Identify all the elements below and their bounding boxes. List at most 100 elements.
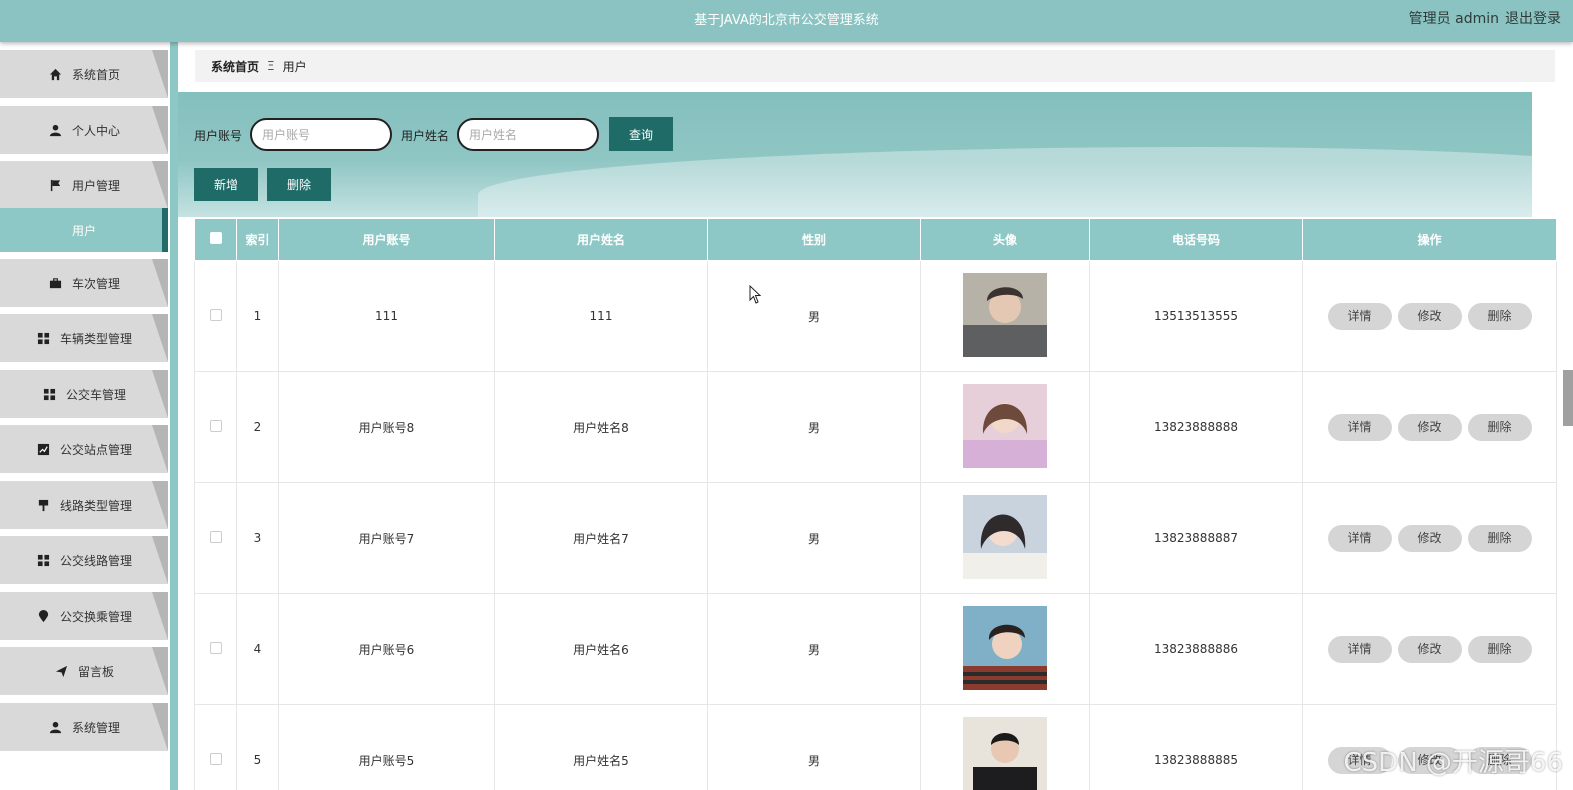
cell-phone: 13823888888 <box>1089 371 1303 483</box>
detail-button[interactable]: 详情 <box>1327 524 1392 552</box>
column-header-gender: 性别 <box>707 218 921 261</box>
sidebar-item-system-management[interactable]: 系统管理 <box>0 703 168 751</box>
grid-icon <box>36 552 52 568</box>
avatar <box>963 716 1047 790</box>
sidebar-item-label: 公交车管理 <box>65 387 126 402</box>
sidebar-item-trip-management[interactable]: 车次管理 <box>0 259 168 307</box>
map-marker-icon <box>36 608 52 624</box>
row-checkbox[interactable] <box>209 308 222 321</box>
cell-actions: 详情 修改 删除 <box>1302 371 1557 483</box>
account-label: 用户账号 <box>194 129 243 143</box>
delete-button[interactable]: 删除 <box>1467 413 1532 441</box>
table-header-row: 索引 用户账号 用户姓名 性别 头像 电话号码 操作 <box>194 218 1557 261</box>
sidebar-item-bus-management[interactable]: 公交车管理 <box>0 370 168 418</box>
top-bar: 基于JAVA的北京市公交管理系统 管理员 admin 退出登录 <box>0 0 1573 42</box>
column-header-actions: 操作 <box>1302 218 1557 261</box>
edit-button[interactable]: 修改 <box>1397 413 1462 441</box>
chart-icon <box>36 441 52 457</box>
sidebar-item-bus-stop-management[interactable]: 公交站点管理 <box>0 425 168 473</box>
cell-account: 用户账号5 <box>278 704 495 790</box>
edit-button[interactable]: 修改 <box>1397 635 1462 663</box>
logout-link[interactable]: 退出登录 <box>1505 8 1561 28</box>
name-search-input[interactable] <box>457 118 599 151</box>
sidebar-item-transfer-management[interactable]: 公交换乘管理 <box>0 592 168 640</box>
pin-icon <box>36 497 52 513</box>
delete-button[interactable]: 删除 <box>1467 635 1532 663</box>
grid-icon <box>36 330 52 346</box>
cell-phone: 13823888885 <box>1089 704 1303 790</box>
table-row: 4 用户账号6 用户姓名6 男 13823888886 详情 修改 删除 <box>194 593 1557 705</box>
cell-actions: 详情 修改 删除 <box>1302 260 1557 372</box>
edit-button[interactable]: 修改 <box>1397 302 1462 330</box>
row-select-cell <box>194 260 237 372</box>
cell-name: 用户姓名7 <box>494 482 708 594</box>
select-all-cell <box>194 218 237 261</box>
sidebar-item-label: 公交线路管理 <box>59 553 132 568</box>
sidebar-item-label: 用户 <box>71 223 96 238</box>
row-select-cell <box>194 371 237 483</box>
row-checkbox[interactable] <box>209 530 222 543</box>
cell-index: 5 <box>236 704 279 790</box>
delete-button[interactable]: 删除 <box>1467 524 1532 552</box>
row-select-cell <box>194 704 237 790</box>
breadcrumb-separator: Ξ <box>267 59 275 73</box>
flag-icon <box>48 177 64 193</box>
cell-avatar <box>920 371 1090 483</box>
sidebar-item-vehicle-type-management[interactable]: 车辆类型管理 <box>0 314 168 362</box>
sidebar-item-user-management[interactable]: 用户管理 <box>0 161 168 209</box>
send-icon <box>54 663 70 679</box>
cell-avatar <box>920 704 1090 790</box>
breadcrumb-home[interactable]: 系统首页 <box>211 58 259 75</box>
current-user: 管理员 admin <box>1408 11 1499 27</box>
sidebar-item-bus-route-management[interactable]: 公交线路管理 <box>0 536 168 584</box>
cell-actions: 详情 修改 删除 <box>1302 593 1557 705</box>
sidebar-item-home[interactable]: 系统首页 <box>0 50 168 98</box>
edit-button[interactable]: 修改 <box>1397 524 1462 552</box>
avatar <box>963 272 1047 357</box>
user-icon <box>48 719 64 735</box>
cell-gender: 男 <box>707 371 921 483</box>
cell-phone: 13823888886 <box>1089 593 1303 705</box>
column-header-account: 用户账号 <box>278 218 495 261</box>
name-label: 用户姓名 <box>401 129 450 143</box>
cell-account: 用户账号7 <box>278 482 495 594</box>
sidebar-item-label: 系统管理 <box>71 720 120 735</box>
row-checkbox[interactable] <box>209 641 222 654</box>
cell-phone: 13823888887 <box>1089 482 1303 594</box>
add-button[interactable]: 新增 <box>194 168 258 201</box>
batch-delete-button[interactable]: 删除 <box>267 168 331 201</box>
account-search-input[interactable] <box>250 118 392 151</box>
cell-name: 111 <box>494 260 708 372</box>
scrollbar-thumb[interactable] <box>1563 370 1573 426</box>
column-header-name: 用户姓名 <box>494 218 708 261</box>
cell-index: 3 <box>236 482 279 594</box>
cell-avatar <box>920 482 1090 594</box>
sidebar-item-profile[interactable]: 个人中心 <box>0 106 168 154</box>
detail-button[interactable]: 详情 <box>1327 635 1392 663</box>
cell-account: 用户账号6 <box>278 593 495 705</box>
cell-gender: 男 <box>707 482 921 594</box>
cell-actions: 详情 修改 删除 <box>1302 482 1557 594</box>
cell-account: 用户账号8 <box>278 371 495 483</box>
select-all-checkbox[interactable] <box>209 232 222 244</box>
column-header-index: 索引 <box>236 218 279 261</box>
sidebar-item-label: 公交换乘管理 <box>59 609 132 624</box>
breadcrumb-current: 用户 <box>282 59 307 74</box>
detail-button[interactable]: 详情 <box>1327 413 1392 441</box>
avatar <box>963 605 1047 690</box>
delete-button[interactable]: 删除 <box>1467 302 1532 330</box>
row-checkbox[interactable] <box>209 752 222 765</box>
sidebar-item-label: 用户管理 <box>71 178 120 193</box>
sidebar-item-route-type-management[interactable]: 线路类型管理 <box>0 481 168 529</box>
sidebar-item-label: 留言板 <box>77 664 114 679</box>
row-checkbox[interactable] <box>209 419 222 432</box>
query-button[interactable]: 查询 <box>609 117 673 151</box>
detail-button[interactable]: 详情 <box>1327 302 1392 330</box>
sidebar-item-label: 线路类型管理 <box>59 498 132 513</box>
sidebar-item-label: 系统首页 <box>71 67 120 82</box>
search-panel <box>178 92 1532 217</box>
cell-name: 用户姓名8 <box>494 371 708 483</box>
sidebar-item-message-board[interactable]: 留言板 <box>0 647 168 695</box>
sidebar-subitem-users[interactable]: 用户 <box>0 208 168 252</box>
home-icon <box>48 66 64 82</box>
